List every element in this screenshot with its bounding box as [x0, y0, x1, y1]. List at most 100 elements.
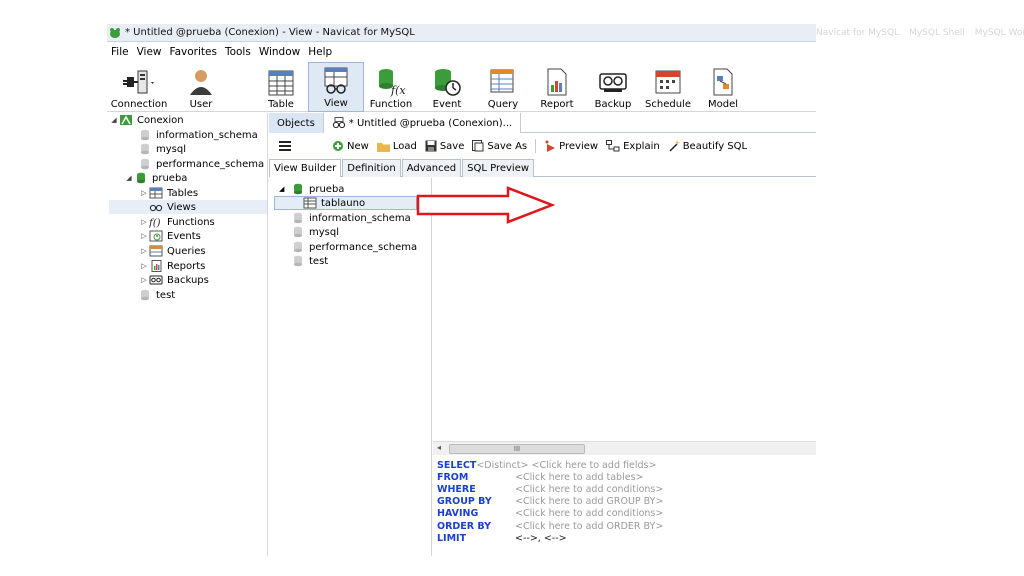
- menu-tools[interactable]: Tools: [221, 46, 255, 58]
- svg-text:f(x): f(x): [390, 84, 406, 97]
- tab-label: Definition: [347, 163, 396, 174]
- beautify-sql-button[interactable]: Beautify SQL: [668, 140, 747, 152]
- sql-having-row: HAVING <Click here to add conditions>: [437, 508, 812, 520]
- event-clock-icon: [149, 230, 163, 242]
- connection-node[interactable]: ◢ Conexion: [109, 113, 183, 127]
- hamburger-icon: [279, 141, 291, 151]
- node-tables[interactable]: ▷ Tables: [139, 186, 198, 200]
- tab-view-builder[interactable]: View Builder: [269, 159, 342, 177]
- node-label: Tables: [167, 187, 199, 199]
- add-order-by-link[interactable]: <Click here to add ORDER BY>: [515, 521, 663, 532]
- expand-arrow-icon[interactable]: ▷: [139, 276, 149, 284]
- user-button[interactable]: User: [183, 62, 219, 112]
- db-label: mysql: [156, 143, 186, 155]
- expand-arrow-icon[interactable]: ▷: [139, 247, 149, 255]
- schedule-button[interactable]: Schedule: [643, 62, 693, 112]
- view-glasses-icon: [324, 67, 348, 94]
- save-button[interactable]: Save: [425, 140, 464, 152]
- node-views[interactable]: Views: [109, 200, 267, 214]
- query-button[interactable]: Query: [481, 62, 525, 112]
- function-button[interactable]: f(x) Function: [369, 62, 413, 112]
- tree-db-test[interactable]: test: [291, 254, 328, 268]
- background-title: Navicat for MySQL: [816, 28, 900, 38]
- db-mysql[interactable]: mysql: [138, 142, 186, 156]
- menu-favorites[interactable]: Favorites: [166, 46, 221, 58]
- add-where-conditions-link[interactable]: <Click here to add conditions>: [515, 484, 663, 495]
- preview-label: Preview: [559, 140, 599, 152]
- node-events[interactable]: ▷ Events: [139, 229, 201, 243]
- event-button[interactable]: Event: [425, 62, 469, 112]
- canvas-horizontal-scrollbar[interactable]: ◂ III: [433, 441, 816, 455]
- having-keyword: HAVING: [437, 508, 479, 520]
- node-label: Reports: [167, 260, 206, 272]
- view-button[interactable]: View: [308, 62, 364, 112]
- model-button[interactable]: Model: [701, 62, 745, 112]
- node-backups[interactable]: ▷ Backups: [139, 273, 209, 287]
- scrollbar-thumb[interactable]: III: [449, 444, 585, 454]
- collapse-arrow-icon[interactable]: ◢: [124, 174, 134, 182]
- db-information-schema[interactable]: information_schema: [138, 128, 258, 142]
- tree-label: mysql: [309, 226, 339, 238]
- load-button[interactable]: Load: [376, 141, 417, 152]
- collapse-arrow-icon[interactable]: ◢: [109, 116, 119, 124]
- model-label: Model: [707, 99, 739, 110]
- expand-arrow-icon[interactable]: ▷: [139, 232, 149, 240]
- tree-db-mysql[interactable]: mysql: [291, 225, 339, 239]
- tab-definition[interactable]: Definition: [342, 159, 401, 177]
- limit-value[interactable]: <-->, <-->: [515, 533, 567, 544]
- menu-help[interactable]: Help: [304, 46, 336, 58]
- explain-button[interactable]: Explain: [606, 140, 660, 152]
- report-button[interactable]: Report: [535, 62, 579, 112]
- tree-db-information-schema[interactable]: information_schema: [291, 211, 411, 225]
- backup-button[interactable]: Backup: [591, 62, 635, 112]
- add-having-conditions-link[interactable]: <Click here to add conditions>: [515, 508, 663, 519]
- preview-play-icon: [545, 140, 556, 152]
- collapse-arrow-icon[interactable]: ◢: [279, 185, 291, 193]
- tree-db-performance-schema[interactable]: performance_schema: [291, 240, 417, 254]
- tab-document-label: * Untitled @prueba (Conexion)...: [348, 117, 513, 129]
- window-title: * Untitled @prueba (Conexion) - View - N…: [125, 27, 415, 38]
- add-fields-link[interactable]: <Click here to add fields>: [532, 460, 657, 471]
- menu-window[interactable]: Window: [255, 46, 304, 58]
- save-as-button[interactable]: Save As: [472, 140, 527, 152]
- expand-arrow-icon[interactable]: ▷: [139, 189, 149, 197]
- expand-arrow-icon[interactable]: ▷: [139, 262, 149, 270]
- menu-view[interactable]: View: [133, 46, 166, 58]
- save-as-icon: [472, 140, 484, 152]
- database-icon: [291, 226, 305, 238]
- tree-db-prueba[interactable]: ◢ prueba: [279, 182, 344, 196]
- document-tabs: Objects * Untitled @prueba (Conexion)...: [269, 113, 816, 133]
- db-test[interactable]: test: [138, 288, 175, 302]
- expand-arrow-icon[interactable]: ▷: [139, 218, 149, 226]
- function-icon: f(): [149, 216, 163, 228]
- tab-sql-preview[interactable]: SQL Preview: [462, 159, 535, 177]
- tree-table-tablauno[interactable]: tablauno: [274, 196, 417, 210]
- tab-untitled-view[interactable]: * Untitled @prueba (Conexion)...: [323, 113, 522, 133]
- tab-objects[interactable]: Objects: [269, 113, 324, 133]
- backup-tape-icon: [149, 274, 163, 286]
- explain-icon: [606, 140, 620, 152]
- node-functions[interactable]: ▷ f() Functions: [139, 215, 214, 229]
- svg-text:f(): f(): [149, 218, 161, 228]
- report-chart-icon: [547, 68, 567, 96]
- add-group-by-link[interactable]: <Click here to add GROUP BY>: [515, 496, 663, 507]
- menu-file[interactable]: File: [107, 46, 133, 58]
- user-label: User: [189, 99, 213, 110]
- distinct-toggle[interactable]: <Distinct>: [476, 460, 528, 471]
- add-tables-link[interactable]: <Click here to add tables>: [515, 472, 643, 483]
- sql-limit-row: LIMIT <-->, <-->: [437, 532, 812, 544]
- scroll-left-arrow-icon[interactable]: ◂: [437, 443, 441, 452]
- node-reports[interactable]: ▷ Reports: [139, 259, 205, 273]
- connection-button[interactable]: Connection: [111, 62, 167, 112]
- tree-label: information_schema: [309, 212, 411, 224]
- preview-button[interactable]: Preview: [544, 140, 598, 152]
- tab-label: Advanced: [406, 163, 457, 174]
- tab-advanced[interactable]: Advanced: [401, 159, 462, 177]
- db-performance-schema[interactable]: performance_schema: [138, 157, 264, 171]
- table-button[interactable]: Table: [259, 62, 303, 112]
- node-queries[interactable]: ▷ Queries: [139, 244, 206, 258]
- new-button[interactable]: New: [332, 140, 369, 152]
- hamburger-menu-button[interactable]: [279, 141, 294, 151]
- annotation-arrow-icon: [416, 186, 556, 224]
- db-prueba[interactable]: ◢ prueba: [124, 171, 187, 185]
